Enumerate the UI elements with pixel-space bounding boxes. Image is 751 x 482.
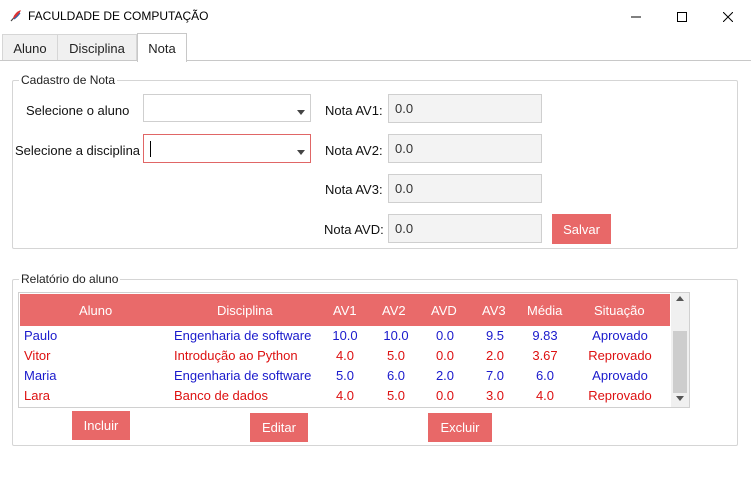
av1-input[interactable]: 0.0 xyxy=(388,94,542,123)
scrollbar-thumb[interactable] xyxy=(673,331,687,393)
feather-app-icon xyxy=(10,10,21,22)
column-header-av2[interactable]: AV2 xyxy=(382,303,406,318)
cell-situacao: Reprovado xyxy=(588,348,652,363)
close-button[interactable] xyxy=(705,0,751,33)
column-header-aluno[interactable]: Aluno xyxy=(79,303,112,318)
chevron-down-icon[interactable] xyxy=(297,150,305,155)
excluir-button[interactable]: Excluir xyxy=(428,413,492,442)
av3-label: Nota AV3: xyxy=(325,182,383,197)
column-header-av1[interactable]: AV1 xyxy=(333,303,357,318)
minimize-icon xyxy=(631,16,641,17)
av2-input[interactable]: 0.0 xyxy=(388,134,542,163)
cell-disciplina: Introdução ao Python xyxy=(174,348,298,363)
cell-aluno: Paulo xyxy=(24,328,58,343)
column-header-disciplina[interactable]: Disciplina xyxy=(217,303,273,318)
table-row[interactable]: Vitor Introdução ao Python 4.0 5.0 0.0 2.0 3.6… xyxy=(20,346,670,366)
cell-media: 6.0 xyxy=(535,368,555,383)
av1-label: Nota AV1: xyxy=(325,103,383,118)
table-row[interactable]: Paulo Engenharia de software 10.0 10.0 0.0 9.… xyxy=(20,326,670,346)
cell-disciplina: Engenharia de software xyxy=(174,368,312,383)
relatorio-legend: Relatório do aluno xyxy=(21,272,119,286)
table-row[interactable]: Lara Banco de dados 4.0 5.0 0.0 3.0 4.0 Reprova… xyxy=(20,386,670,406)
avd-input[interactable]: 0.0 xyxy=(388,214,542,243)
cell-disciplina: Engenharia de software xyxy=(174,328,312,343)
cell-media: 9.83 xyxy=(532,328,558,343)
cell-aluno: Vitor xyxy=(24,348,51,363)
cell-media: 4.0 xyxy=(535,388,555,403)
cell-disciplina: Banco de dados xyxy=(174,388,268,403)
aluno-label: Selecione o aluno xyxy=(26,103,130,118)
incluir-button[interactable]: Incluir xyxy=(72,411,130,440)
cell-situacao: Reprovado xyxy=(588,388,652,403)
column-header-media[interactable]: Média xyxy=(527,303,562,318)
table-header: Aluno Disciplina AV1 AV2 AVD AV3 Média S… xyxy=(20,294,670,326)
minimize-button[interactable] xyxy=(613,0,659,33)
tab-aluno[interactable]: Aluno xyxy=(2,34,58,61)
tab-nota[interactable]: Nota xyxy=(137,33,187,62)
cell-aluno: Lara xyxy=(24,388,51,403)
cadastro-legend: Cadastro de Nota xyxy=(21,73,116,87)
table-scrollbar[interactable] xyxy=(671,293,689,407)
disciplina-combobox[interactable] xyxy=(143,134,311,163)
close-icon xyxy=(723,11,733,22)
title-bar: FACULDADE DE COMPUTAÇÃO xyxy=(0,0,751,33)
column-header-av3[interactable]: AV3 xyxy=(482,303,506,318)
table-row[interactable]: Maria Engenharia de software 5.0 6.0 2.0 7.0 6… xyxy=(20,366,670,386)
column-header-situacao[interactable]: Situação xyxy=(594,303,645,318)
tab-disciplina[interactable]: Disciplina xyxy=(57,34,137,61)
aluno-combobox[interactable] xyxy=(143,94,311,122)
cell-aluno: Maria xyxy=(24,368,57,383)
maximize-icon xyxy=(677,11,687,22)
av3-input[interactable]: 0.0 xyxy=(388,174,542,203)
column-header-avd[interactable]: AVD xyxy=(431,303,457,318)
window-title: FACULDADE DE COMPUTAÇÃO xyxy=(28,9,209,23)
disciplina-label: Selecione a disciplina xyxy=(15,143,141,158)
report-table[interactable]: Aluno Disciplina AV1 AV2 AVD AV3 Média S… xyxy=(18,292,690,408)
editar-button[interactable]: Editar xyxy=(250,413,308,442)
tab-bar: Aluno Disciplina Nota xyxy=(0,33,751,62)
cell-situacao: Aprovado xyxy=(592,368,648,383)
maximize-button[interactable] xyxy=(659,0,705,33)
chevron-down-icon[interactable] xyxy=(297,110,305,115)
cell-situacao: Aprovado xyxy=(592,328,648,343)
scroll-down-icon[interactable] xyxy=(676,396,684,401)
cell-media: 3.67 xyxy=(532,348,558,363)
scroll-up-icon[interactable] xyxy=(676,296,684,301)
text-cursor xyxy=(150,141,151,157)
avd-label: Nota AVD: xyxy=(324,222,384,237)
salvar-button[interactable]: Salvar xyxy=(552,214,611,244)
av2-label: Nota AV2: xyxy=(325,143,383,158)
